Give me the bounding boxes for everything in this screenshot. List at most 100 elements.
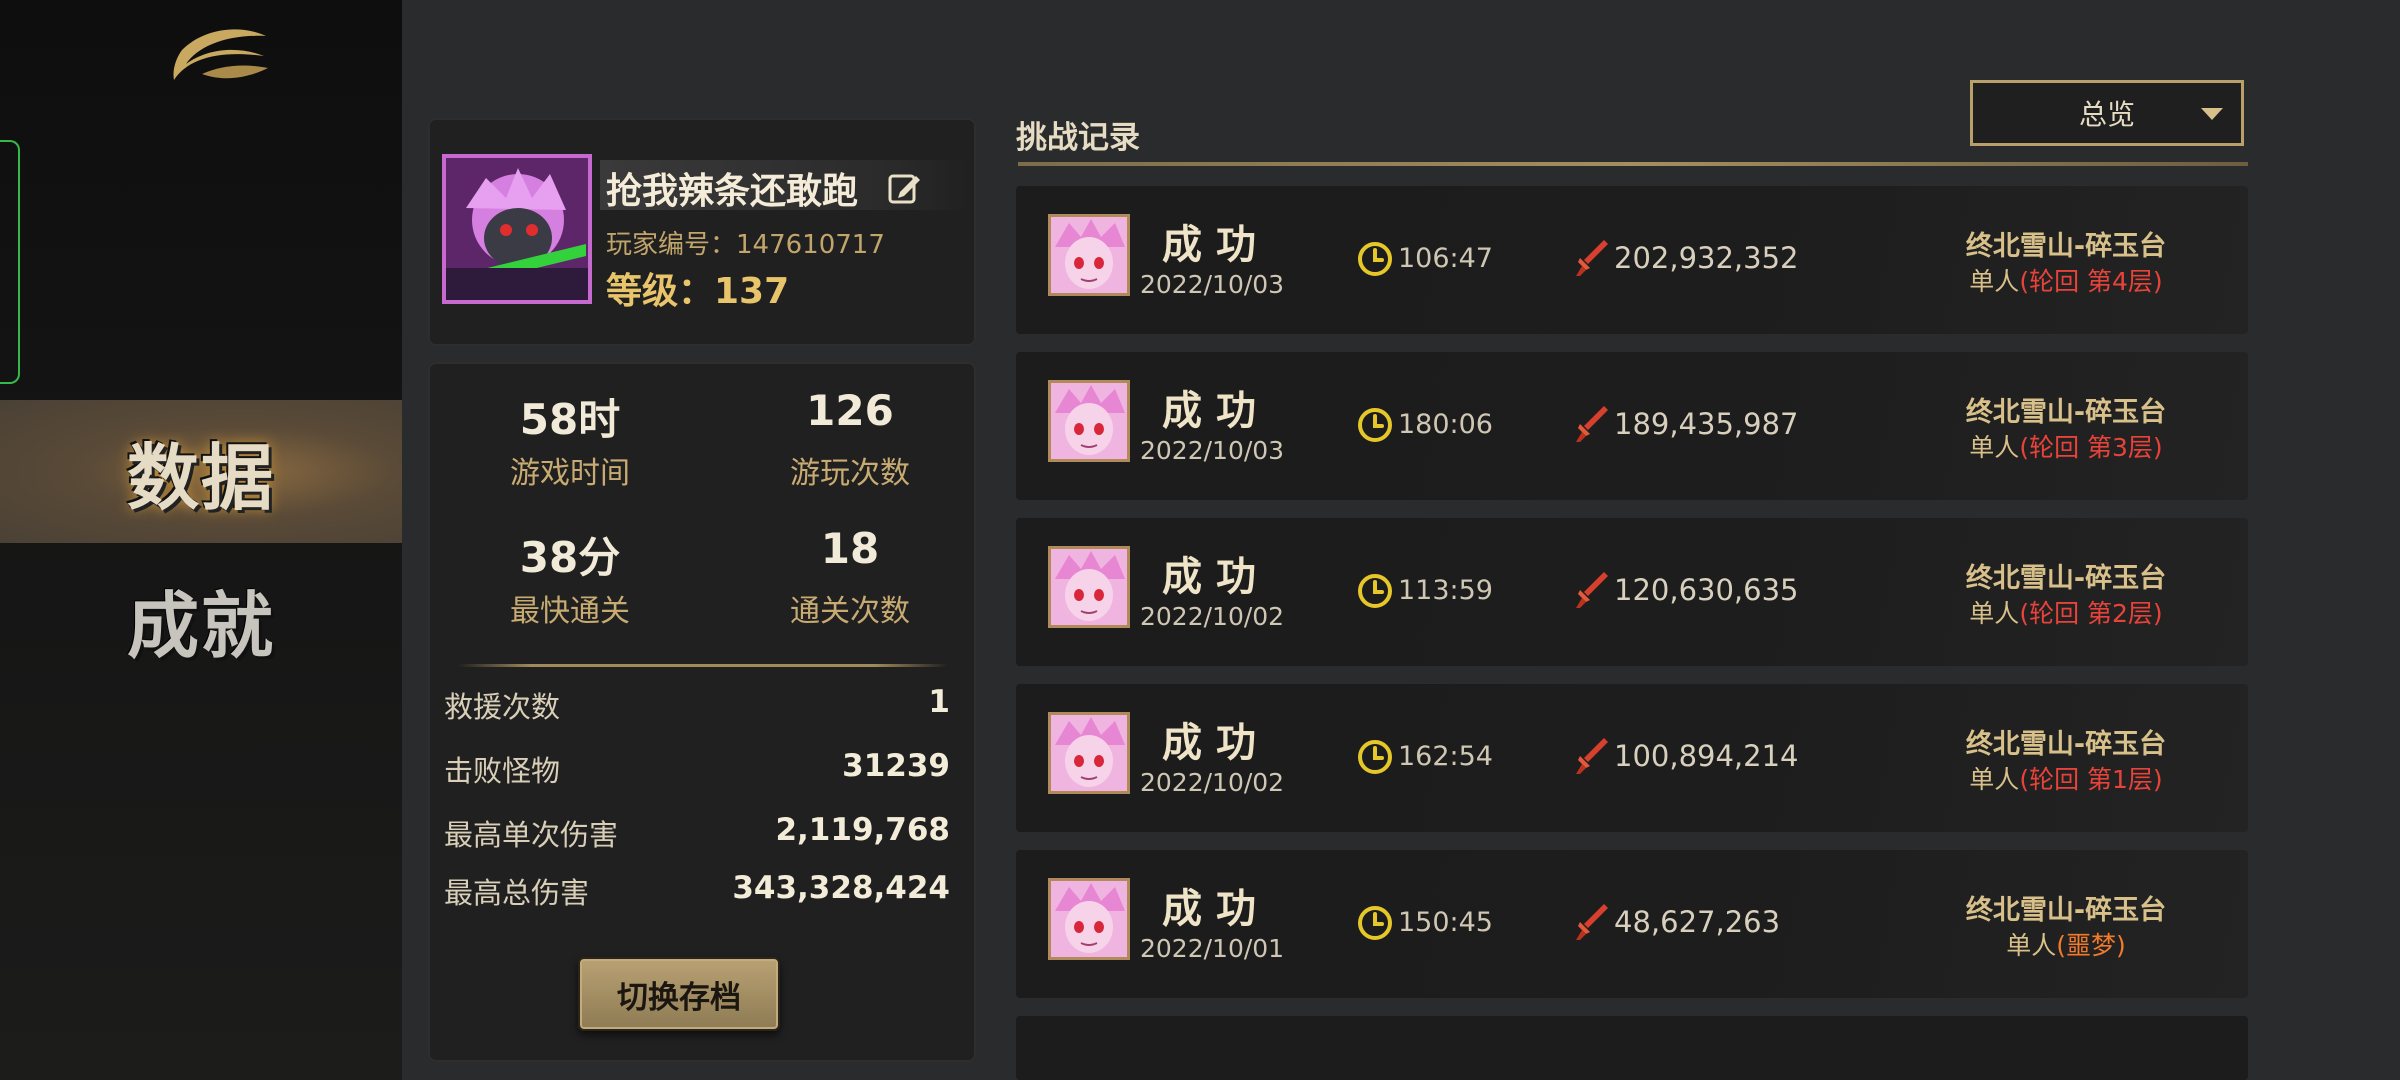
record-mode: 单人(噩梦) bbox=[1876, 926, 2256, 962]
stat-play-count-label: 游玩次数 bbox=[790, 456, 910, 491]
record-damage: 100,894,214 bbox=[1614, 739, 1799, 773]
record-mode-prefix: 单人 bbox=[2006, 931, 2057, 960]
record-date: 2022/10/03 bbox=[1140, 436, 1285, 465]
record-mode: 单人(轮回 第4层) bbox=[1876, 262, 2256, 298]
record-row[interactable]: 成功 2022/10/02 113:59 120,630,635 终北雪山-碎玉… bbox=[1016, 518, 2248, 666]
stat-max-hit-value: 2,119,768 bbox=[775, 812, 950, 848]
record-mode-detail: (噩梦) bbox=[2056, 931, 2126, 960]
stat-clear-count-label: 通关次数 bbox=[790, 594, 910, 629]
record-avatar-portrait bbox=[1051, 715, 1127, 791]
record-mode-prefix: 单人 bbox=[1969, 267, 2020, 296]
record-avatar bbox=[1048, 214, 1130, 296]
edit-pencil-icon[interactable] bbox=[886, 170, 922, 206]
record-date: 2022/10/02 bbox=[1140, 602, 1285, 631]
record-duration: 180:06 bbox=[1398, 409, 1493, 440]
record-avatar-portrait bbox=[1051, 881, 1127, 957]
record-damage: 189,435,987 bbox=[1614, 407, 1799, 441]
record-mode-detail: (轮回 第1层) bbox=[2019, 765, 2163, 794]
record-mode-detail: (轮回 第3层) bbox=[2019, 433, 2163, 462]
triangle-down-icon bbox=[2201, 108, 2223, 120]
record-date: 2022/10/02 bbox=[1140, 768, 1285, 797]
stat-fastest-clear-label: 最快通关 bbox=[510, 594, 630, 629]
record-avatar bbox=[1048, 712, 1130, 794]
record-location: 终北雪山-碎玉台 bbox=[1965, 895, 2167, 926]
clock-icon bbox=[1358, 906, 1392, 940]
stat-kills-label: 击败怪物 bbox=[444, 754, 561, 788]
record-mode: 单人(轮回 第1层) bbox=[1876, 760, 2256, 796]
record-mode-prefix: 单人 bbox=[1969, 433, 2020, 462]
record-location: 终北雪山-碎玉台 bbox=[1965, 397, 2167, 428]
player-id: 玩家编号：147610717 bbox=[606, 230, 885, 260]
sidebar: 数据 成就 bbox=[0, 0, 402, 1080]
record-damage: 120,630,635 bbox=[1614, 573, 1799, 607]
stat-rescue-label: 救援次数 bbox=[444, 690, 561, 724]
record-damage: 202,932,352 bbox=[1614, 241, 1799, 275]
record-row[interactable]: 成功 2022/10/02 162:54 100,894,214 终北雪山-碎玉… bbox=[1016, 684, 2248, 832]
record-damage: 48,627,263 bbox=[1614, 905, 1781, 939]
record-result: 成功 bbox=[1162, 221, 1270, 268]
record-result: 成功 bbox=[1162, 885, 1270, 932]
switch-save-button[interactable]: 切换存档 bbox=[578, 957, 780, 1031]
sword-icon bbox=[1576, 904, 1608, 940]
stat-play-time-value: 58时 bbox=[519, 395, 621, 444]
record-duration: 113:59 bbox=[1398, 575, 1493, 606]
record-duration: 162:54 bbox=[1398, 741, 1493, 772]
clock-icon bbox=[1358, 574, 1392, 608]
record-mode: 单人(轮回 第2层) bbox=[1876, 594, 2256, 630]
record-duration: 106:47 bbox=[1398, 243, 1493, 274]
stat-play-count-value: 126 bbox=[806, 386, 894, 435]
record-date: 2022/10/03 bbox=[1140, 270, 1285, 299]
avatar-portrait bbox=[446, 158, 588, 300]
stat-kills-value: 31239 bbox=[842, 748, 950, 784]
clock-icon bbox=[1358, 740, 1392, 774]
record-duration: 150:45 bbox=[1398, 907, 1493, 938]
record-mode-detail: (轮回 第2层) bbox=[2019, 599, 2163, 628]
record-mode-detail: (轮回 第4层) bbox=[2019, 267, 2163, 296]
stat-fastest-clear-value: 38分 bbox=[519, 533, 621, 582]
record-result: 成功 bbox=[1162, 553, 1270, 600]
clock-icon bbox=[1358, 242, 1392, 276]
player-avatar[interactable] bbox=[442, 154, 592, 304]
record-mode-prefix: 单人 bbox=[1969, 765, 2020, 794]
record-avatar-portrait bbox=[1051, 549, 1127, 625]
record-row[interactable]: 成功 2022/10/03 180:06 189,435,987 终北雪山-碎玉… bbox=[1016, 352, 2248, 500]
nav-item-achievements[interactable]: 成就 bbox=[0, 548, 402, 691]
nav-item-data[interactable]: 数据 bbox=[0, 400, 402, 543]
record-mode: 单人(轮回 第3层) bbox=[1876, 428, 2256, 464]
sword-icon bbox=[1576, 406, 1608, 442]
game-logo-icon bbox=[173, 29, 268, 80]
stat-play-time-label: 游戏时间 bbox=[510, 456, 630, 491]
sword-icon bbox=[1576, 240, 1608, 276]
record-row-partial[interactable] bbox=[1016, 1016, 2248, 1080]
record-row[interactable]: 成功 2022/10/01 150:45 48,627,263 终北雪山-碎玉台… bbox=[1016, 850, 2248, 998]
stat-max-total-label: 最高总伤害 bbox=[444, 876, 590, 910]
stat-max-total-value: 343,328,424 bbox=[732, 870, 950, 906]
record-result: 成功 bbox=[1162, 387, 1270, 434]
record-avatar bbox=[1048, 546, 1130, 628]
records-title: 挑战记录 bbox=[1016, 120, 1140, 156]
records-divider bbox=[1018, 162, 2248, 166]
record-date: 2022/10/01 bbox=[1140, 934, 1285, 963]
sword-icon bbox=[1576, 738, 1608, 774]
records-filter-dropdown[interactable]: 总览 bbox=[1970, 80, 2244, 146]
stat-max-hit-label: 最高单次伤害 bbox=[444, 818, 619, 852]
record-avatar bbox=[1048, 380, 1130, 462]
record-avatar-portrait bbox=[1051, 217, 1127, 293]
record-mode-prefix: 单人 bbox=[1969, 599, 2020, 628]
record-location: 终北雪山-碎玉台 bbox=[1965, 563, 2167, 594]
profile-card: 抢我辣条还敢跑 玩家编号：147610717 等级：137 bbox=[428, 118, 976, 346]
record-location: 终北雪山-碎玉台 bbox=[1965, 729, 2167, 760]
side-drawer-edge[interactable] bbox=[0, 140, 20, 384]
record-row[interactable]: 成功 2022/10/03 106:47 202,932,352 终北雪山-碎玉… bbox=[1016, 186, 2248, 334]
stat-clear-count-value: 18 bbox=[820, 524, 880, 573]
sword-icon bbox=[1576, 572, 1608, 608]
clock-icon bbox=[1358, 408, 1392, 442]
record-location: 终北雪山-碎玉台 bbox=[1965, 231, 2167, 262]
stats-divider bbox=[458, 664, 948, 667]
stats-panel: 58时 游戏时间 126 游玩次数 38分 最快通关 18 通关次数 救援次数 … bbox=[428, 362, 976, 1062]
player-level: 等级：137 bbox=[606, 271, 790, 312]
record-avatar bbox=[1048, 878, 1130, 960]
record-avatar-portrait bbox=[1051, 383, 1127, 459]
records-filter-label: 总览 bbox=[2078, 98, 2135, 131]
record-result: 成功 bbox=[1162, 719, 1270, 766]
